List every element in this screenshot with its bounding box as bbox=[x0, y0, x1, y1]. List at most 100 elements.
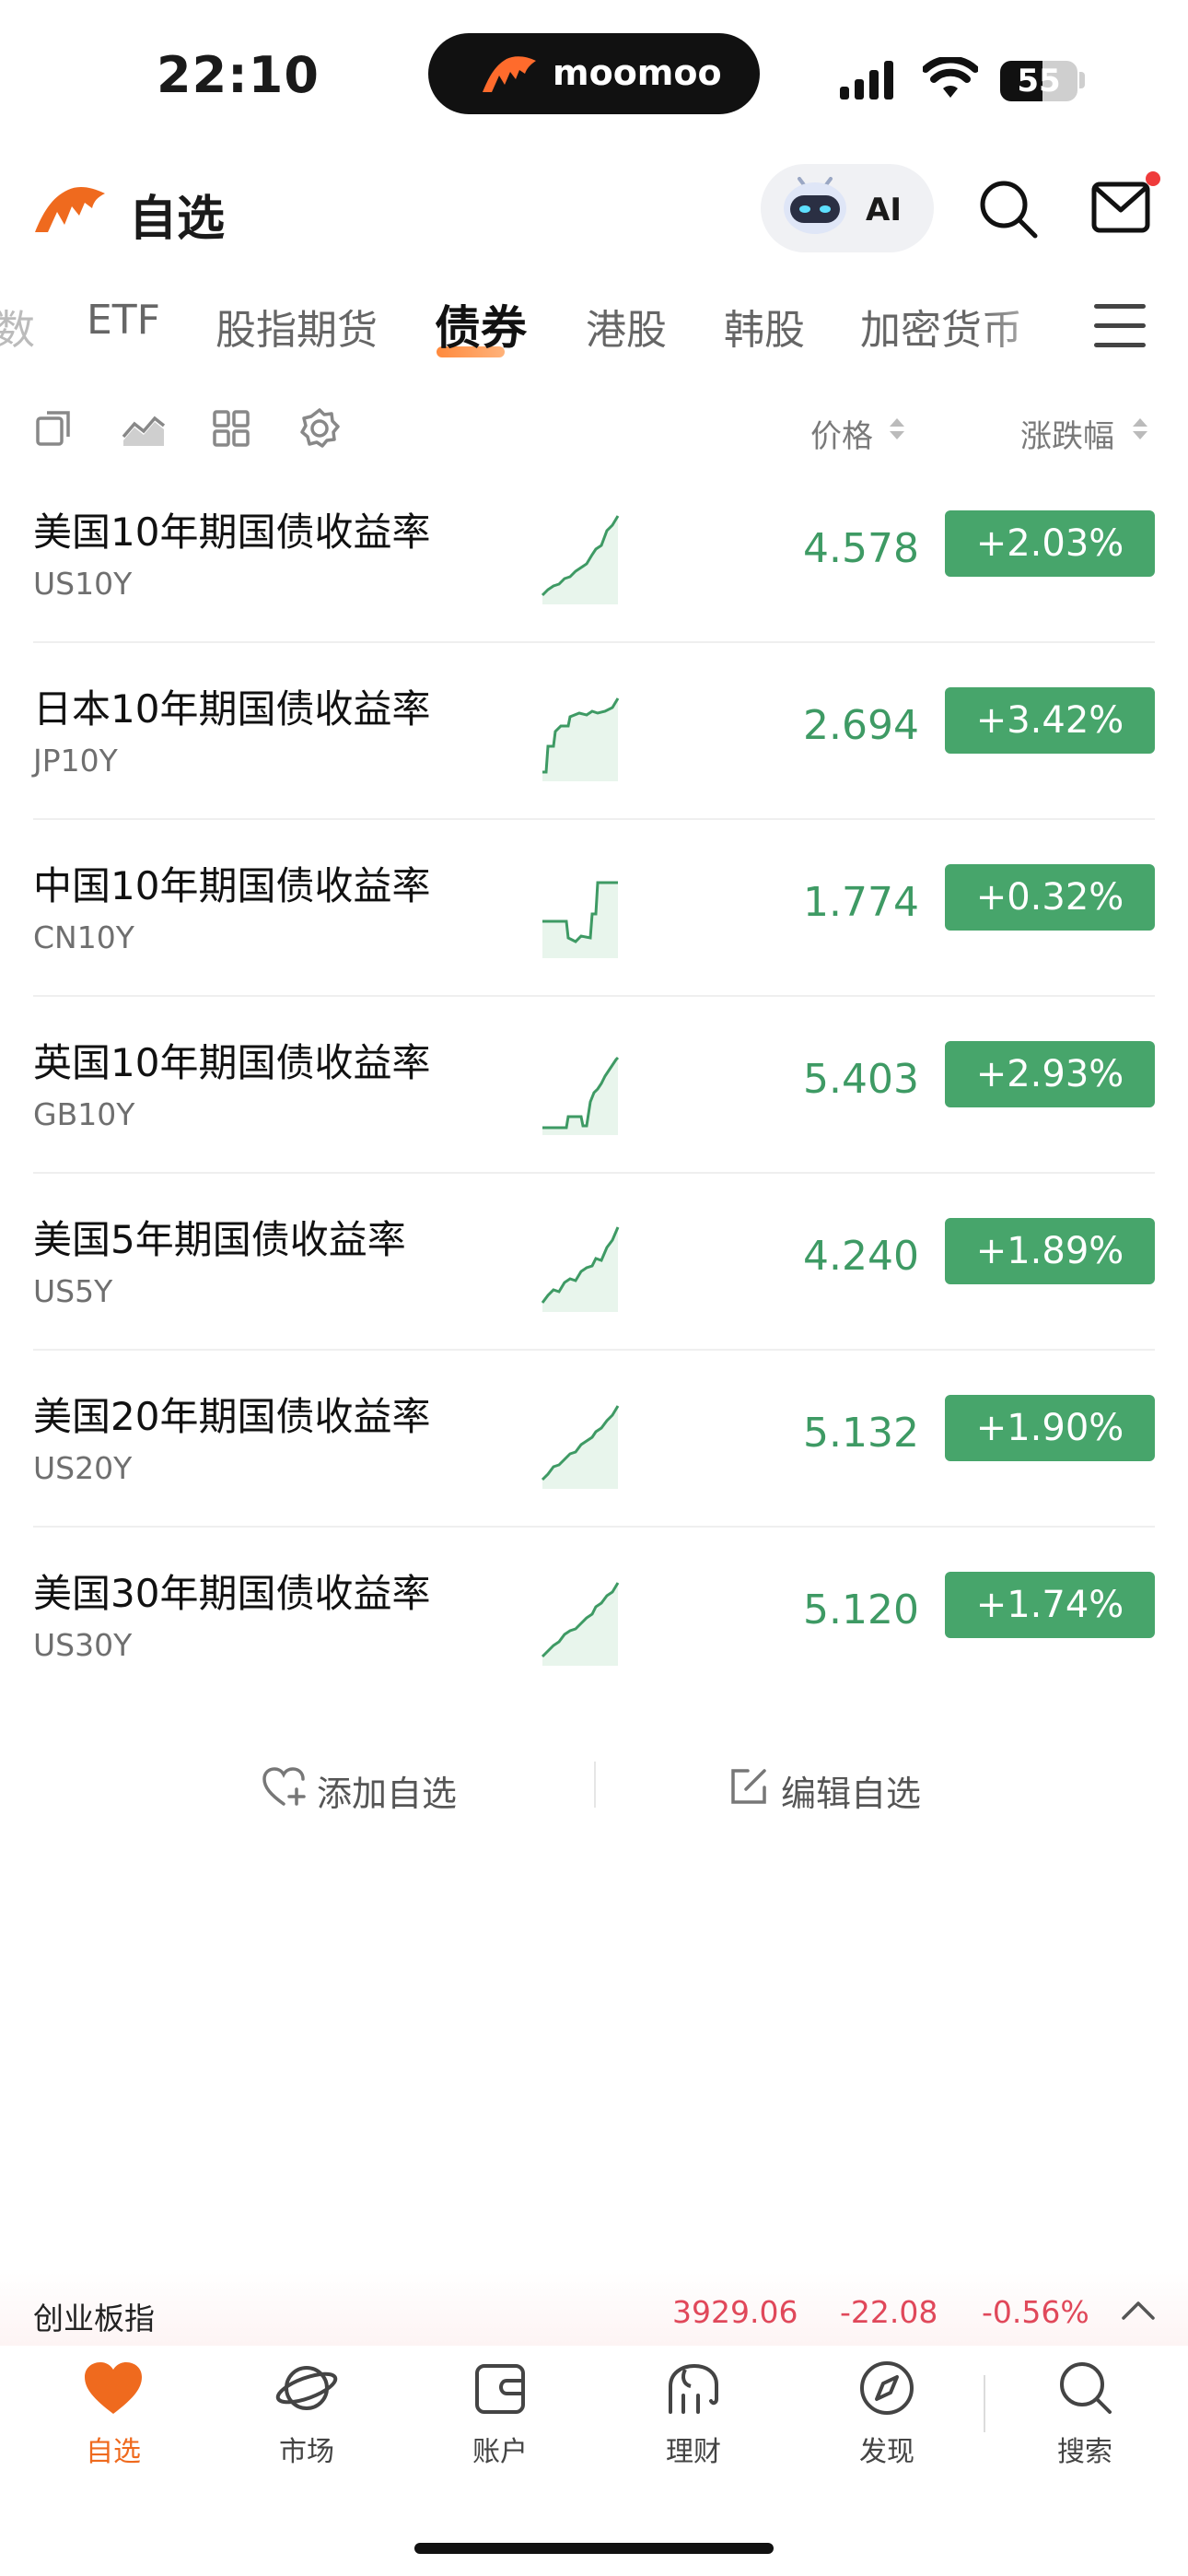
change-badge[interactable]: +1.74% bbox=[945, 1572, 1155, 1638]
elephant-icon bbox=[669, 2363, 718, 2414]
bond-row-gb10y[interactable]: 英国10年期国债收益率 GB10Y 5.403 +2.93% bbox=[0, 997, 1188, 1174]
battery-indicator: 55 bbox=[1000, 61, 1077, 101]
ticker-change: -22.08 bbox=[840, 2294, 938, 2330]
nav-market[interactable] bbox=[242, 2359, 371, 2421]
sparkline-chart bbox=[541, 1405, 620, 1489]
sparkline-chart bbox=[542, 881, 618, 958]
sparkline-chart bbox=[541, 1226, 620, 1312]
compass-icon bbox=[860, 2361, 914, 2415]
cellular-signal-icon bbox=[840, 61, 893, 100]
add-watchlist-button[interactable]: 添加自选 bbox=[317, 1765, 457, 1816]
sparkline-chart bbox=[541, 515, 620, 604]
sparkline-chart bbox=[541, 1582, 620, 1666]
home-indicator bbox=[414, 2543, 774, 2554]
tab-index-futures[interactable]: 股指期货 bbox=[215, 297, 378, 356]
tab-kr-stocks[interactable]: 韩股 bbox=[724, 297, 805, 356]
robot-icon bbox=[784, 177, 846, 234]
bond-row-us5y[interactable]: 美国5年期国债收益率 US5Y 4.240 +1.89% bbox=[0, 1174, 1188, 1351]
tab-index[interactable]: 数 bbox=[0, 297, 35, 356]
change-badge[interactable]: +3.42% bbox=[945, 687, 1155, 754]
ai-label: AI bbox=[866, 192, 902, 228]
sparkline-chart bbox=[542, 1056, 620, 1135]
edit-icon[interactable] bbox=[728, 1765, 770, 1808]
change-badge[interactable]: +2.93% bbox=[945, 1041, 1155, 1107]
change-badge[interactable]: +1.90% bbox=[945, 1395, 1155, 1461]
chevron-up-icon[interactable] bbox=[1120, 2298, 1157, 2322]
planet-icon bbox=[275, 2366, 338, 2410]
wifi-icon bbox=[923, 57, 978, 98]
copy-icon[interactable] bbox=[35, 407, 76, 448]
bond-price: 1.774 bbox=[803, 879, 919, 926]
moomoo-bull-logo-icon bbox=[35, 186, 105, 232]
change-badge[interactable]: +2.03% bbox=[945, 510, 1155, 577]
nav-watchlist[interactable] bbox=[49, 2359, 178, 2421]
mail-icon[interactable] bbox=[1090, 170, 1164, 240]
page-title: 自选 bbox=[129, 192, 226, 247]
bottom-navigation bbox=[0, 2346, 1188, 2576]
bond-row-us30y[interactable]: 美国30年期国债收益率 US30Y 5.120 +1.74% bbox=[0, 1528, 1188, 1704]
change-sort-icon[interactable] bbox=[1133, 418, 1147, 442]
actions-separator bbox=[594, 1762, 596, 1808]
tabs-fade bbox=[976, 276, 1087, 359]
bond-name: 美国20年期国债收益率 bbox=[33, 1394, 431, 1439]
sparkline-chart bbox=[542, 697, 620, 781]
bond-code: GB10Y bbox=[33, 1096, 135, 1132]
settings-gear-icon[interactable] bbox=[298, 407, 341, 450]
status-time: 22:10 bbox=[157, 46, 320, 104]
ticker-index-name: 创业板指 bbox=[33, 2301, 155, 2336]
change-column-header[interactable]: 涨跌幅 bbox=[1020, 411, 1114, 456]
bond-name: 美国10年期国债收益率 bbox=[33, 509, 431, 555]
bond-row-us10y[interactable]: 美国10年期国债收益率 US10Y 4.578 +2.03% bbox=[0, 466, 1188, 643]
bond-price: 4.240 bbox=[803, 1233, 919, 1280]
wallet-icon bbox=[475, 2364, 525, 2414]
bond-code: US20Y bbox=[33, 1450, 133, 1486]
price-sort-icon[interactable] bbox=[890, 418, 904, 442]
change-badge[interactable]: +1.89% bbox=[945, 1218, 1155, 1284]
bond-code: US5Y bbox=[33, 1273, 113, 1309]
bond-name: 日本10年期国债收益率 bbox=[33, 686, 431, 732]
search-icon bbox=[1060, 2362, 1112, 2414]
nav-label-market: 市场 bbox=[279, 2436, 334, 2468]
search-icon[interactable] bbox=[978, 179, 1039, 240]
nav-label-discover: 发现 bbox=[859, 2436, 914, 2468]
bond-row-us20y[interactable]: 美国20年期国债收益率 US20Y 5.132 +1.90% bbox=[0, 1351, 1188, 1528]
island-brand-text: moomoo bbox=[553, 53, 722, 93]
nav-label-wealth: 理财 bbox=[666, 2436, 721, 2468]
bond-row-cn10y[interactable]: 中国10年期国债收益率 CN10Y 1.774 +0.32% bbox=[0, 820, 1188, 997]
tab-bonds[interactable]: 债券 bbox=[435, 291, 527, 357]
bond-price: 5.403 bbox=[803, 1056, 919, 1103]
bond-price: 4.578 bbox=[803, 525, 919, 572]
bond-price: 5.120 bbox=[803, 1587, 919, 1633]
nav-account[interactable] bbox=[436, 2359, 565, 2421]
edit-watchlist-button[interactable]: 编辑自选 bbox=[781, 1765, 921, 1816]
bond-name: 英国10年期国债收益率 bbox=[33, 1040, 431, 1085]
tab-hk-stocks[interactable]: 港股 bbox=[586, 297, 667, 356]
battery-level: 55 bbox=[1017, 63, 1061, 100]
bond-price: 2.694 bbox=[803, 702, 919, 749]
bond-code: US10Y bbox=[33, 566, 133, 602]
nav-wealth[interactable] bbox=[629, 2359, 758, 2421]
bond-row-jp10y[interactable]: 日本10年期国债收益率 JP10Y 2.694 +3.42% bbox=[0, 643, 1188, 820]
chart-view-icon[interactable] bbox=[122, 411, 166, 448]
bond-code: JP10Y bbox=[33, 743, 118, 779]
bond-name: 中国10年期国债收益率 bbox=[33, 863, 431, 908]
price-column-header[interactable]: 价格 bbox=[810, 411, 873, 456]
tab-etf[interactable]: ETF bbox=[87, 297, 160, 344]
nav-label-account: 账户 bbox=[472, 2436, 528, 2468]
nav-search[interactable] bbox=[1020, 2359, 1149, 2421]
ticker-price: 3929.06 bbox=[672, 2294, 798, 2330]
bond-code: CN10Y bbox=[33, 919, 134, 955]
change-badge[interactable]: +0.32% bbox=[945, 864, 1155, 931]
grid-view-icon[interactable] bbox=[212, 409, 250, 448]
nav-separator bbox=[984, 2375, 985, 2432]
heart-icon bbox=[85, 2362, 142, 2414]
ticker-percent: -0.56% bbox=[982, 2294, 1089, 2330]
battery-tip bbox=[1079, 72, 1085, 88]
heart-plus-icon[interactable] bbox=[262, 1765, 308, 1808]
bond-name: 美国30年期国债收益率 bbox=[33, 1571, 431, 1616]
unread-dot bbox=[1146, 171, 1160, 186]
nav-discover[interactable] bbox=[822, 2359, 951, 2421]
nav-label-watchlist: 自选 bbox=[86, 2436, 141, 2468]
nav-label-search: 搜索 bbox=[1057, 2436, 1112, 2468]
bond-code: US30Y bbox=[33, 1627, 133, 1663]
